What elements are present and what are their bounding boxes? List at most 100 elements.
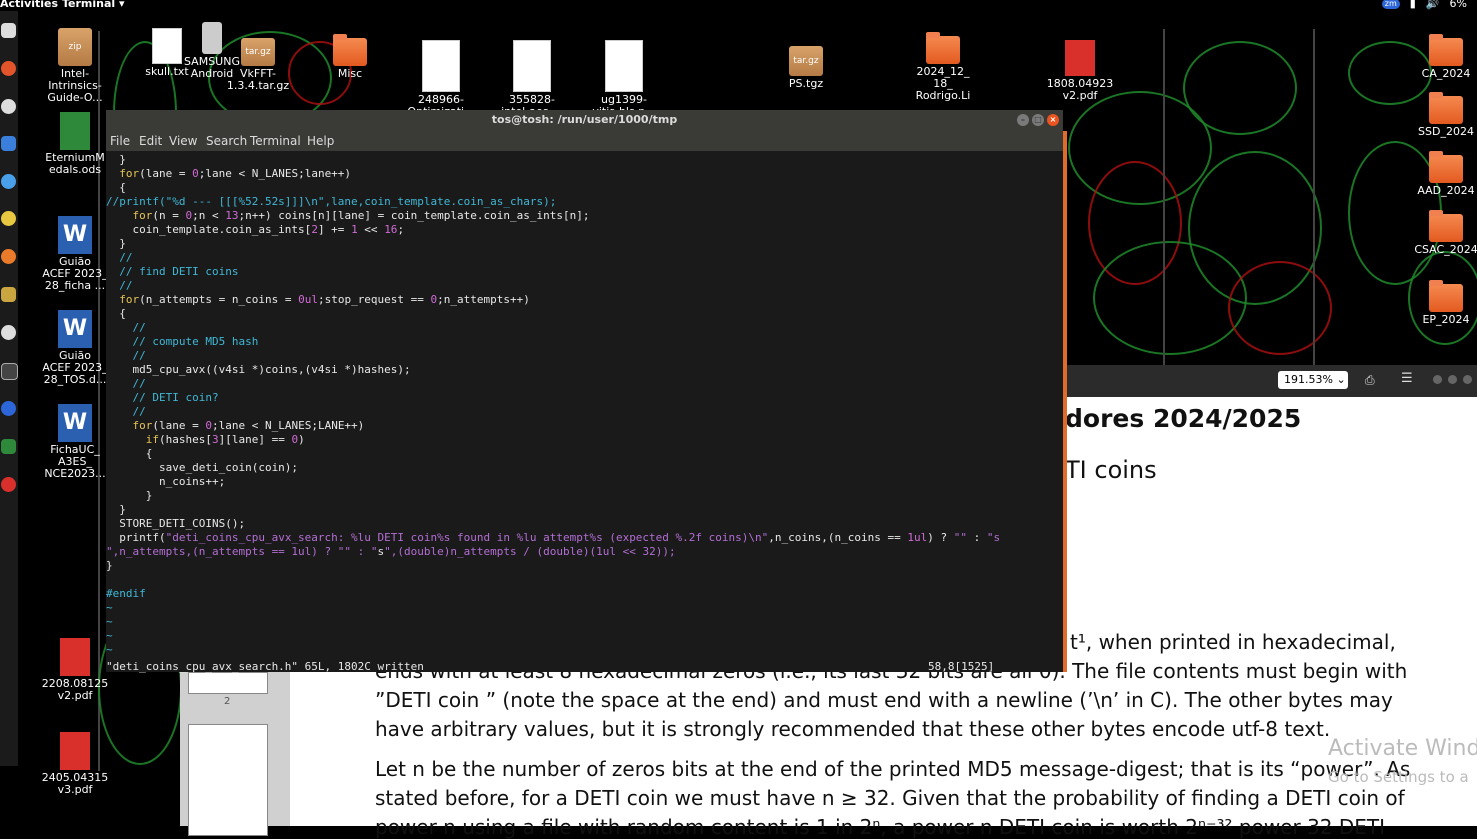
page-thumbnail[interactable]: [188, 724, 268, 836]
print-icon[interactable]: ⎙: [1365, 373, 1375, 388]
desktop-file-label: Intel- Intrinsics- Guide-O...: [47, 67, 103, 104]
menu-search[interactable]: Search: [206, 134, 247, 148]
pdf-viewer-icon[interactable]: [1, 477, 16, 492]
messaging-icon[interactable]: [1, 136, 16, 151]
minimize-icon[interactable]: [1433, 375, 1442, 384]
wallpaper-wave: [1228, 261, 1332, 355]
desktop-file-label: Misc: [337, 67, 363, 80]
zoom-icon[interactable]: [1, 401, 16, 416]
zoom-select[interactable]: 191.53% ⌄: [1278, 371, 1348, 389]
code-line: }: [106, 153, 126, 166]
document-line: have arbitrary values, but it is strongl…: [375, 717, 1331, 741]
dock: [0, 11, 18, 766]
activation-watermark: Go to Settings to a: [1328, 768, 1469, 786]
chromium-icon[interactable]: [1, 174, 16, 189]
menu-edit[interactable]: Edit: [139, 134, 162, 148]
code-line: #endif: [106, 587, 146, 600]
desktop-file-label: FichaUC_ A3ES_ NCE2023...: [44, 443, 106, 480]
folder-icon: [333, 34, 367, 66]
desktop-folder-icon[interactable]: CSAC_2024: [1406, 210, 1477, 256]
archive-icon: zip: [58, 28, 92, 66]
terminal-menubar: File Edit View Search Terminal Help: [106, 131, 1063, 151]
disks-icon[interactable]: [1, 99, 16, 114]
document-line: power n using a file with random content…: [375, 815, 1386, 839]
terminal-body[interactable]: "deti_coins_cpu_avx_search.h" 65L, 1802C…: [106, 151, 1063, 673]
code-line: }: [106, 237, 126, 250]
terminal-titlebar[interactable]: tos@tosh: /run/user/1000/tmp – □ ×: [106, 110, 1063, 131]
code-line: {: [106, 447, 153, 460]
code-line: for(n = 0;n < 13;n++) coins[n][lane] = c…: [132, 209, 590, 222]
desktop-file-icon[interactable]: 2208.08125 v2.pdf: [35, 638, 115, 702]
firefox-icon[interactable]: [1, 249, 16, 264]
code-line: //: [106, 251, 133, 264]
volume-icon[interactable]: 🔊: [1426, 0, 1440, 9]
desktop-file-icon[interactable]: tar.gz PS.tgz: [766, 46, 846, 90]
software-icon[interactable]: [1, 325, 16, 340]
menu-help[interactable]: Help: [307, 134, 334, 148]
terminal-icon[interactable]: [1, 363, 18, 380]
minimize-button[interactable]: –: [1017, 114, 1029, 126]
maximize-icon[interactable]: [1448, 375, 1457, 384]
close-icon[interactable]: [1463, 375, 1472, 384]
spreadsheet-icon[interactable]: [1, 439, 16, 454]
desktop-file-label: CSAC_2024: [1414, 243, 1477, 256]
archive-icon[interactable]: [1, 287, 16, 302]
battery-indicator[interactable]: 6%: [1450, 0, 1467, 9]
menu-icon[interactable]: ☰: [1401, 371, 1413, 386]
network-icon[interactable]: ▮: [1410, 0, 1416, 9]
code-line: STORE_DETI_COINS();: [106, 517, 246, 530]
menu-view[interactable]: View: [169, 134, 197, 148]
files-icon[interactable]: [1, 23, 16, 38]
code-line: if(hashes[3][lane] == 0): [145, 433, 305, 446]
code-line: //: [106, 377, 146, 390]
desktop-file-icon[interactable]: 2405.04315 v3.pdf: [35, 732, 115, 796]
desktop-file-label: EterniumM edals.ods: [45, 151, 105, 176]
settings-icon[interactable]: [1, 61, 16, 76]
chrome-icon[interactable]: [1, 211, 16, 226]
window-edge-accent: [1063, 131, 1067, 672]
code-line: ~: [106, 615, 113, 628]
code-line: //: [106, 279, 133, 292]
pdf-icon: [60, 638, 90, 676]
desktop-file-icon[interactable]: 248966- Optimizati...: [401, 40, 481, 118]
folder-icon: [926, 32, 960, 64]
pdf-icon: [60, 732, 90, 770]
vim-status-line: "deti_coins_cpu_avx_search.h" 65L, 1802C…: [106, 660, 424, 673]
folder-icon: [1429, 151, 1463, 183]
desktop-file-icon[interactable]: 355828- intel-aes-...: [492, 40, 572, 118]
word-document-icon: W: [58, 216, 92, 254]
desktop-folder-icon[interactable]: CA_2024: [1406, 34, 1477, 80]
pdf-page-icon: [422, 40, 460, 92]
code-line: }: [106, 503, 126, 516]
menu-file[interactable]: File: [110, 134, 130, 148]
system-tray[interactable]: zm ▮ 🔊 6%: [1381, 0, 1467, 9]
app-menu-button[interactable]: Terminal ▾: [62, 0, 125, 9]
close-button[interactable]: ×: [1047, 114, 1059, 126]
desktop-folder-icon[interactable]: 2024_12_ 18_ Rodrigo.Li: [903, 32, 983, 102]
menu-terminal[interactable]: Terminal: [250, 134, 301, 148]
desktop-folder-icon[interactable]: Misc: [310, 34, 390, 80]
desktop-folder-icon[interactable]: SSD_2024: [1406, 92, 1477, 138]
desktop-file-label: 2405.04315 v3.pdf: [41, 771, 109, 796]
desktop-file-icon[interactable]: zip Intel- Intrinsics- Guide-O...: [35, 28, 115, 104]
page-thumbnail[interactable]: [188, 672, 268, 694]
desktop-file-icon[interactable]: W Guião ACEF 2023_ 28_TOS.d...: [35, 310, 115, 386]
desktop-file-icon[interactable]: tar.gz VkFFT- 1.3.4.tar.gz: [218, 38, 298, 92]
desktop-file-icon[interactable]: EterniumM edals.ods: [35, 112, 115, 176]
desktop-file-icon[interactable]: 1808.04923 v2.pdf: [1040, 40, 1120, 102]
desktop-file-icon[interactable]: W FichaUC_ A3ES_ NCE2023...: [35, 404, 115, 480]
zoom-value: 191.53%: [1284, 373, 1333, 386]
terminal-window[interactable]: tos@tosh: /run/user/1000/tmp – □ × File …: [106, 110, 1067, 673]
desktop-file-icon[interactable]: W Guião ACEF 2023_ 28_ficha ...: [35, 216, 115, 292]
desktop-folder-icon[interactable]: EP_2024: [1406, 280, 1477, 326]
desktop-file-label: VkFFT- 1.3.4.tar.gz: [226, 67, 290, 92]
maximize-button[interactable]: □: [1032, 114, 1044, 126]
desktop-folder-icon[interactable]: AAD_2024: [1406, 151, 1477, 197]
wallpaper-line: [1313, 29, 1315, 369]
desktop-file-label: 1808.04923 v2.pdf: [1046, 77, 1114, 102]
code-line: ~: [106, 643, 113, 656]
zoom-app-icon[interactable]: zm: [1381, 0, 1400, 9]
activities-button[interactable]: Activities: [0, 0, 58, 9]
code-line: //: [106, 405, 146, 418]
desktop-file-icon[interactable]: ug1399- vitis-hls.p...: [584, 40, 664, 118]
